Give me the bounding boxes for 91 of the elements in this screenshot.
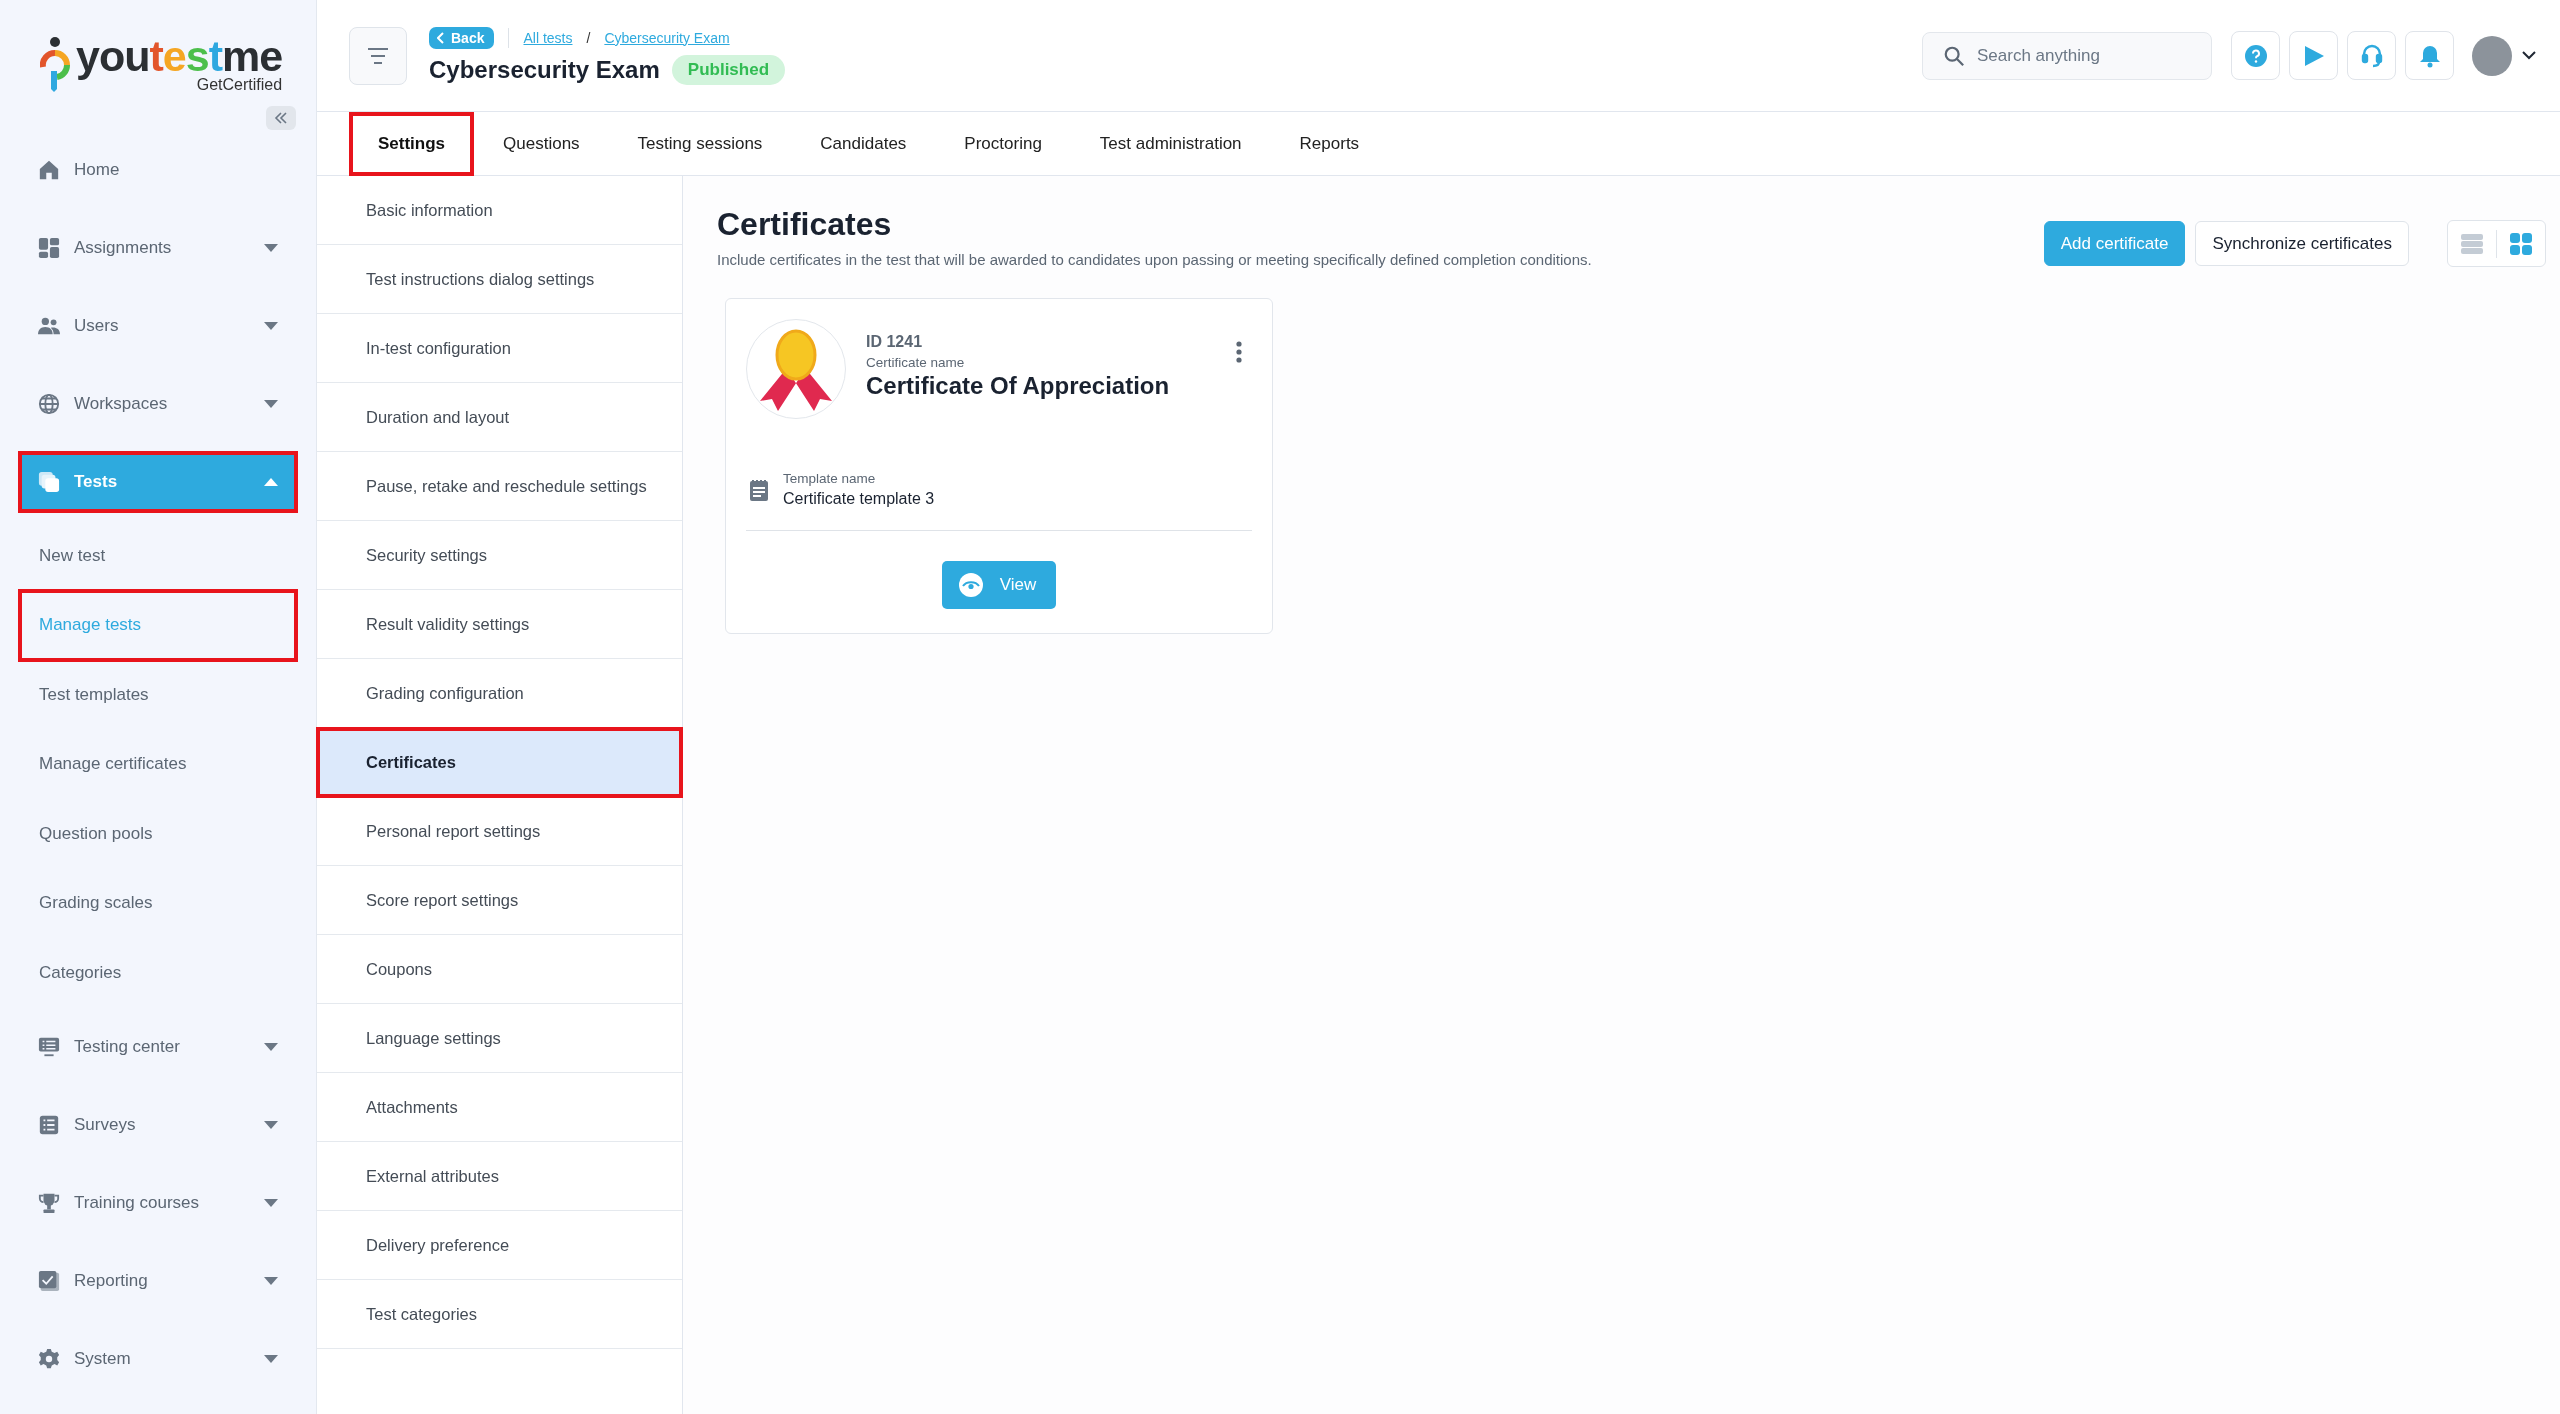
sidebar-nav-item[interactable]: Manage certificates (20, 729, 296, 799)
sidebar-nav-item[interactable]: Surveys (20, 1085, 296, 1164)
settings-menu-item[interactable]: Basic information (317, 176, 682, 245)
template-name: Certificate template 3 (783, 490, 935, 508)
caret-icon (264, 1276, 278, 1285)
caret-icon (264, 1120, 278, 1129)
sidebar-nav-item[interactable]: Reporting (20, 1241, 296, 1320)
sidebar-nav-item[interactable]: Assignments (20, 209, 296, 287)
section-description: Include certificates in the test that will be awarded to candidates upon passing or meeting specifically defined completion conditions. (717, 251, 1593, 268)
headset-button[interactable] (2347, 31, 2396, 80)
users-icon (38, 315, 60, 337)
logo-icon (40, 37, 70, 93)
settings-menu-item[interactable]: Attachments (317, 1073, 682, 1142)
caret-icon (264, 400, 278, 408)
settings-menu-item[interactable]: Security settings (317, 521, 682, 590)
tab[interactable]: Proctoring (935, 112, 1071, 176)
tab[interactable]: Candidates (791, 112, 936, 176)
caret-icon (264, 1198, 278, 1207)
sidebar-nav-item[interactable]: New test (20, 521, 296, 591)
play-button[interactable] (2289, 31, 2338, 80)
tab[interactable]: Reports (1270, 112, 1389, 176)
field-label: Certificate name (866, 355, 966, 370)
trophy-icon (38, 1191, 60, 1214)
eye-icon (957, 572, 984, 598)
headset-icon (2360, 43, 2383, 68)
sidebar-nav-item[interactable]: Question pools (20, 799, 296, 869)
document-icon (749, 477, 769, 502)
help-icon (2243, 43, 2268, 68)
list-icon (38, 1113, 60, 1136)
caret-icon (264, 244, 278, 252)
list-view-icon (2460, 231, 2484, 256)
sidebar-nav-item[interactable]: System (20, 1319, 296, 1398)
sidebar-nav-item[interactable]: Users (20, 287, 296, 365)
certificate-id: ID 1241 (866, 333, 924, 351)
sidebar-nav-item[interactable]: Grading scales (20, 868, 296, 938)
chevron-left-icon (437, 31, 445, 44)
breadcrumb-separator: / (586, 29, 591, 46)
field-label: Template name (783, 471, 877, 486)
globe-icon (38, 393, 60, 415)
logo-tagline: GetCertified (196, 76, 283, 94)
help-button[interactable] (2231, 31, 2280, 80)
monitor-icon (38, 1035, 60, 1058)
settings-menu-item[interactable]: Certificates (317, 728, 682, 797)
settings-menu-item[interactable]: Score report settings (317, 866, 682, 935)
report-icon (38, 1269, 60, 1292)
sidebar-nav-item[interactable]: Testing center (20, 1007, 296, 1086)
copies-icon (38, 471, 60, 493)
notifications-button[interactable] (2405, 31, 2454, 80)
sidebar-nav-item[interactable]: Categories (20, 938, 296, 1008)
certificate-name: Certificate Of Appreciation (866, 372, 1171, 400)
synchronize-button[interactable]: Synchronize certificates (2195, 221, 2409, 266)
menu-icon (366, 46, 390, 65)
settings-icon (38, 1347, 60, 1370)
settings-menu-item[interactable]: External attributes (317, 1142, 682, 1211)
more-options-icon[interactable] (1236, 341, 1242, 363)
settings-menu-item[interactable]: Delivery preference (317, 1211, 682, 1280)
status-badge: Published (671, 54, 786, 85)
settings-menu-item[interactable]: Duration and layout (317, 383, 682, 452)
settings-menu-item[interactable]: Language settings (317, 1004, 682, 1073)
settings-menu-item[interactable]: Test categories (317, 1280, 682, 1349)
search-icon (1943, 44, 1965, 67)
settings-menu-item[interactable]: Result validity settings (317, 590, 682, 659)
sidebar-nav-item[interactable]: Training courses (20, 1163, 296, 1242)
double-chevron-left-icon (274, 112, 288, 124)
caret-icon (264, 1354, 278, 1363)
sidebar-nav-item[interactable]: Workspaces (20, 365, 296, 443)
grid-view-icon (2509, 231, 2533, 256)
dashboard-icon (38, 237, 60, 259)
search-input[interactable]: Search anything (1975, 44, 2179, 67)
caret-icon (264, 1042, 278, 1051)
sidebar-nav-item[interactable]: Test templates (20, 660, 296, 730)
settings-menu-item[interactable]: Coupons (317, 935, 682, 1004)
settings-menu-item[interactable]: In-test configuration (317, 314, 682, 383)
settings-menu-item[interactable]: Test instructions dialog settings (317, 245, 682, 314)
section-title: Certificates (717, 206, 893, 243)
tab[interactable]: Testing sessions (608, 112, 792, 176)
chevron-down-icon[interactable] (2522, 51, 2536, 60)
caret-icon (264, 322, 278, 330)
tab[interactable]: Questions (474, 112, 609, 176)
sidebar-nav-item[interactable]: Home (20, 131, 296, 209)
settings-menu-item[interactable]: Pause, retake and reschedule settings (317, 452, 682, 521)
page-title: Cybersecurity Exam (429, 55, 660, 84)
collapse-button[interactable] (266, 106, 296, 130)
search-field[interactable]: Search anything (1922, 31, 2212, 80)
home-icon (38, 159, 60, 181)
avatar[interactable] (2472, 35, 2512, 76)
tab[interactable]: Test administration (1070, 112, 1271, 176)
caret-icon (264, 478, 278, 486)
menu-button[interactable] (349, 26, 407, 85)
tab[interactable]: Settings (349, 112, 475, 176)
settings-menu-item[interactable]: Personal report settings (317, 797, 682, 866)
